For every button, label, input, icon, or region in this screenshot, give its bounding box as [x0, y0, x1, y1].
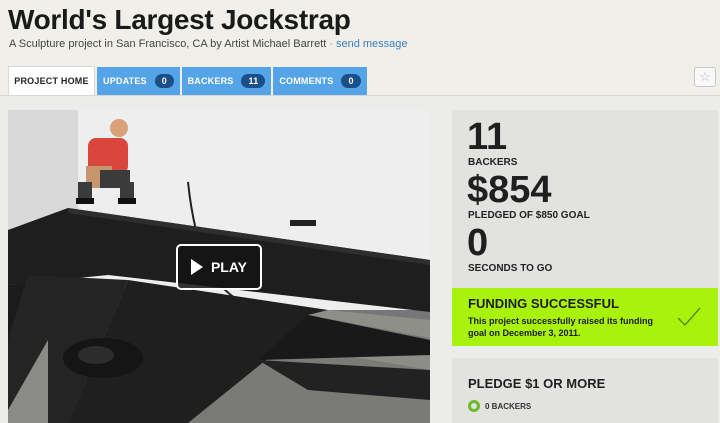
funding-status: FUNDING SUCCESSFUL [468, 296, 619, 311]
time-label: SECONDS TO GO [468, 263, 553, 274]
pledge-backers: 0 BACKERS [468, 400, 531, 412]
tab-label: BACKERS [187, 76, 234, 86]
backers-count: 11 [467, 116, 508, 158]
time-remaining: 0 [467, 222, 489, 264]
header-divider [0, 95, 720, 96]
tab-label: PROJECT HOME [14, 76, 89, 86]
pledge-title: PLEDGE $1 OR MORE [468, 376, 606, 391]
play-button[interactable]: PLAY [176, 244, 262, 290]
project-title: World's Largest Jockstrap [8, 4, 351, 35]
remind-me-star-button[interactable]: ☆ [694, 67, 716, 87]
pledge-backers-count: 0 BACKERS [485, 401, 532, 411]
tab-updates[interactable]: UPDATES 0 [97, 67, 180, 95]
pledged-label: PLEDGED OF $850 GOAL [468, 210, 590, 221]
project-stats: 11 BACKERS $854 PLEDGED OF $850 GOAL 0 S… [452, 110, 718, 290]
project-byline: A Sculpture project in San Francisco, CA… [9, 38, 327, 50]
tab-label: UPDATES [103, 76, 147, 86]
star-icon: ☆ [699, 69, 711, 84]
tab-project-home[interactable]: PROJECT HOME [8, 66, 95, 95]
funding-successful-panel: FUNDING SUCCESSFUL This project successf… [452, 288, 718, 346]
play-icon [190, 259, 203, 275]
tab-comments[interactable]: COMMENTS 0 [273, 67, 367, 95]
backers-dot-icon [468, 400, 480, 412]
project-header: World's Largest Jockstrap A Sculpture pr… [0, 0, 720, 95]
tab-backers[interactable]: BACKERS 11 [182, 67, 271, 95]
project-subtitle: A Sculpture project in San Francisco, CA… [9, 38, 408, 50]
tab-label: COMMENTS [279, 76, 334, 86]
send-message-link[interactable]: send message [336, 38, 408, 50]
pledged-amount: $854 [467, 169, 552, 211]
pledge-reward[interactable]: PLEDGE $1 OR MORE 0 BACKERS [452, 358, 718, 423]
comments-count-badge: 0 [341, 74, 361, 88]
backers-count-badge: 11 [241, 74, 266, 88]
updates-count-badge: 0 [154, 74, 174, 88]
checkmark-icon [677, 307, 701, 327]
play-label: PLAY [210, 259, 248, 275]
backers-label: BACKERS [468, 157, 518, 168]
project-video[interactable]: PLAY [8, 110, 430, 423]
byline-separator: · [329, 38, 333, 50]
funding-description: This project successfully raised its fun… [468, 316, 654, 338]
